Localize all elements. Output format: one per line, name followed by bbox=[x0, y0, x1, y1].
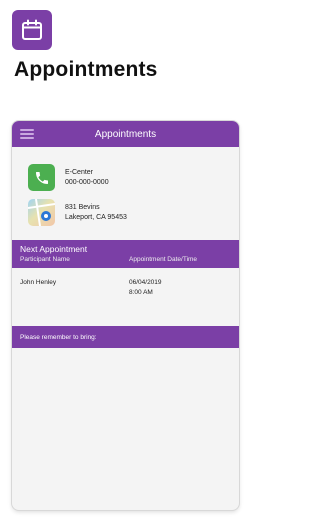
address-line2: Lakeport, CA 95453 bbox=[65, 213, 127, 221]
appointment-time: 8:00 AM bbox=[129, 289, 153, 296]
participant-name: John Henley bbox=[20, 279, 57, 286]
col-participant-name: Participant Name bbox=[20, 256, 70, 263]
calendar-icon bbox=[12, 10, 52, 50]
address-line1: 831 Bevins bbox=[65, 203, 100, 211]
col-appointment-datetime: Appointment Date/Time bbox=[129, 256, 198, 263]
contact-card: E-Center 000-000-0000 831 Bevins Lakepor… bbox=[12, 147, 239, 240]
remember-to-bring-bar: Please remember to bring: bbox=[12, 326, 239, 348]
screen: Appointments Appointments E-Center 000-0… bbox=[0, 0, 243, 522]
address-row[interactable]: 831 Bevins Lakeport, CA 95453 bbox=[28, 199, 127, 226]
contact-phone: 000-000-0000 bbox=[65, 178, 109, 186]
page-title: Appointments bbox=[14, 58, 158, 81]
map-icon bbox=[28, 199, 55, 226]
contact-name: E-Center bbox=[65, 168, 94, 176]
app-header-title: Appointments bbox=[94, 128, 157, 140]
phone-row[interactable]: E-Center 000-000-0000 bbox=[28, 164, 109, 191]
table-row[interactable]: John Henley 06/04/2019 8:00 AM bbox=[12, 268, 239, 320]
phone-icon bbox=[28, 164, 55, 191]
appointment-date: 06/04/2019 bbox=[129, 279, 162, 286]
next-appointment-title: Next Appointment bbox=[20, 244, 88, 254]
hamburger-icon[interactable] bbox=[20, 129, 34, 139]
app-header: Appointments bbox=[12, 121, 239, 147]
next-appointment-header: Next Appointment Participant Name Appoin… bbox=[12, 240, 239, 268]
phone-preview: Appointments E-Center 000-000-0000 831 B… bbox=[12, 121, 239, 510]
